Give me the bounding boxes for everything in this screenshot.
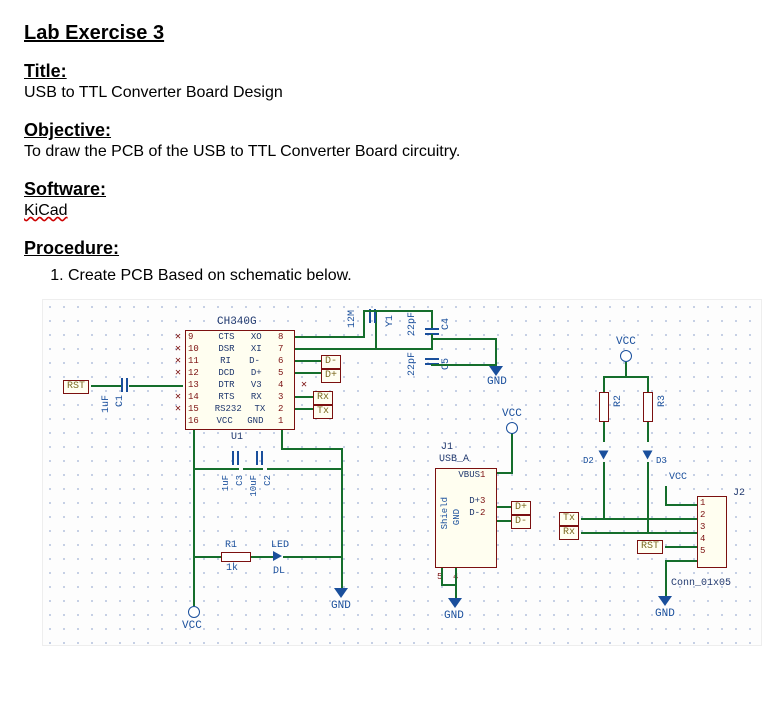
c4-ref: C4 xyxy=(441,318,452,330)
c2-val: 10uF xyxy=(249,475,259,497)
d2-ref: D2 xyxy=(583,456,594,466)
tag-conn-rx: Rx xyxy=(559,526,579,540)
tag-rst-left: RST xyxy=(63,380,89,394)
tag-usb-dplus: D+ xyxy=(511,501,531,515)
usb-name: USB_A xyxy=(439,454,469,465)
net-vcc-3: VCC xyxy=(616,336,636,348)
tag-tx: Tx xyxy=(313,405,333,419)
gnd-symbol-4 xyxy=(658,596,672,606)
dl-label: LED xyxy=(271,540,289,551)
resistor-r3 xyxy=(643,392,653,422)
conn-ref: J2 xyxy=(733,488,745,499)
gnd-symbol-3 xyxy=(448,598,462,608)
c5-val: 22pF xyxy=(407,352,418,376)
resistor-r2 xyxy=(599,392,609,422)
r3-ref: R3 xyxy=(657,395,668,407)
resistor-r1 xyxy=(221,552,251,562)
tag-conn-tx: Tx xyxy=(559,512,579,526)
c1-ref: C1 xyxy=(115,395,126,407)
procedure-label: Procedure: xyxy=(24,238,756,259)
d3-ref: D3 xyxy=(656,456,667,466)
gnd-symbol-2 xyxy=(334,588,348,598)
y1-val: 12M xyxy=(347,310,358,328)
tag-dminus: D- xyxy=(321,355,341,369)
net-gnd-1: GND xyxy=(487,376,507,388)
vcc-symbol-3 xyxy=(620,350,632,362)
usb-body: VBUS1 D+3 D-2 Shield GND xyxy=(435,468,497,568)
tag-rx: Rx xyxy=(313,391,333,405)
net-gnd-3: GND xyxy=(444,610,464,622)
tag-conn-rst: RST xyxy=(637,540,663,554)
r1-ref: R1 xyxy=(225,540,237,551)
led-dl xyxy=(273,551,282,561)
procedure-item: Create PCB Based on schematic below. xyxy=(68,267,756,285)
ic-ref: U1 xyxy=(231,432,243,443)
y1-ref: Y1 xyxy=(385,315,396,327)
objective-label: Objective: xyxy=(24,120,756,141)
c4-val: 22pF xyxy=(407,312,418,336)
software-body: KiCad xyxy=(24,202,756,220)
led-d3 xyxy=(643,451,653,460)
objective-body: To draw the PCB of the USB to TTL Conver… xyxy=(24,143,756,161)
c1-val: 1uF xyxy=(101,395,112,413)
procedure-list: Create PCB Based on schematic below. xyxy=(68,267,756,285)
led-d2 xyxy=(599,451,609,460)
schematic-image: CH340G 9CTSXO8 10DSRXI7 11RID-6 12DCDD+5… xyxy=(42,299,762,646)
vcc-symbol-2 xyxy=(506,422,518,434)
net-gnd-4: GND xyxy=(655,608,675,620)
net-vcc-4: VCC xyxy=(669,472,687,483)
software-label: Software: xyxy=(24,179,756,200)
vcc-symbol-1 xyxy=(188,606,200,618)
r1-val: 1k xyxy=(226,563,238,574)
tag-dplus: D+ xyxy=(321,369,341,383)
dl-ref: DL xyxy=(273,566,285,577)
title-body: USB to TTL Converter Board Design xyxy=(24,84,756,102)
ic-name: CH340G xyxy=(217,316,257,328)
conn-body: 1 2 3 4 5 xyxy=(697,496,727,568)
net-vcc-2: VCC xyxy=(502,408,522,420)
usb-ref: J1 xyxy=(441,442,453,453)
c3-val: 1uF xyxy=(221,475,231,491)
title-label: Title: xyxy=(24,61,756,82)
tag-usb-dminus: D- xyxy=(511,515,531,529)
c2-ref: C2 xyxy=(263,475,273,486)
conn-name: Conn_01x05 xyxy=(671,578,731,589)
net-gnd-2: GND xyxy=(331,600,351,612)
r2-ref: R2 xyxy=(613,395,624,407)
net-vcc-1: VCC xyxy=(182,620,202,632)
c3-ref: C3 xyxy=(235,475,245,486)
ic-body: 9CTSXO8 10DSRXI7 11RID-6 12DCDD+5 13DTRV… xyxy=(185,330,295,430)
lab-heading: Lab Exercise 3 xyxy=(24,22,756,45)
gnd-symbol-1 xyxy=(489,366,503,376)
